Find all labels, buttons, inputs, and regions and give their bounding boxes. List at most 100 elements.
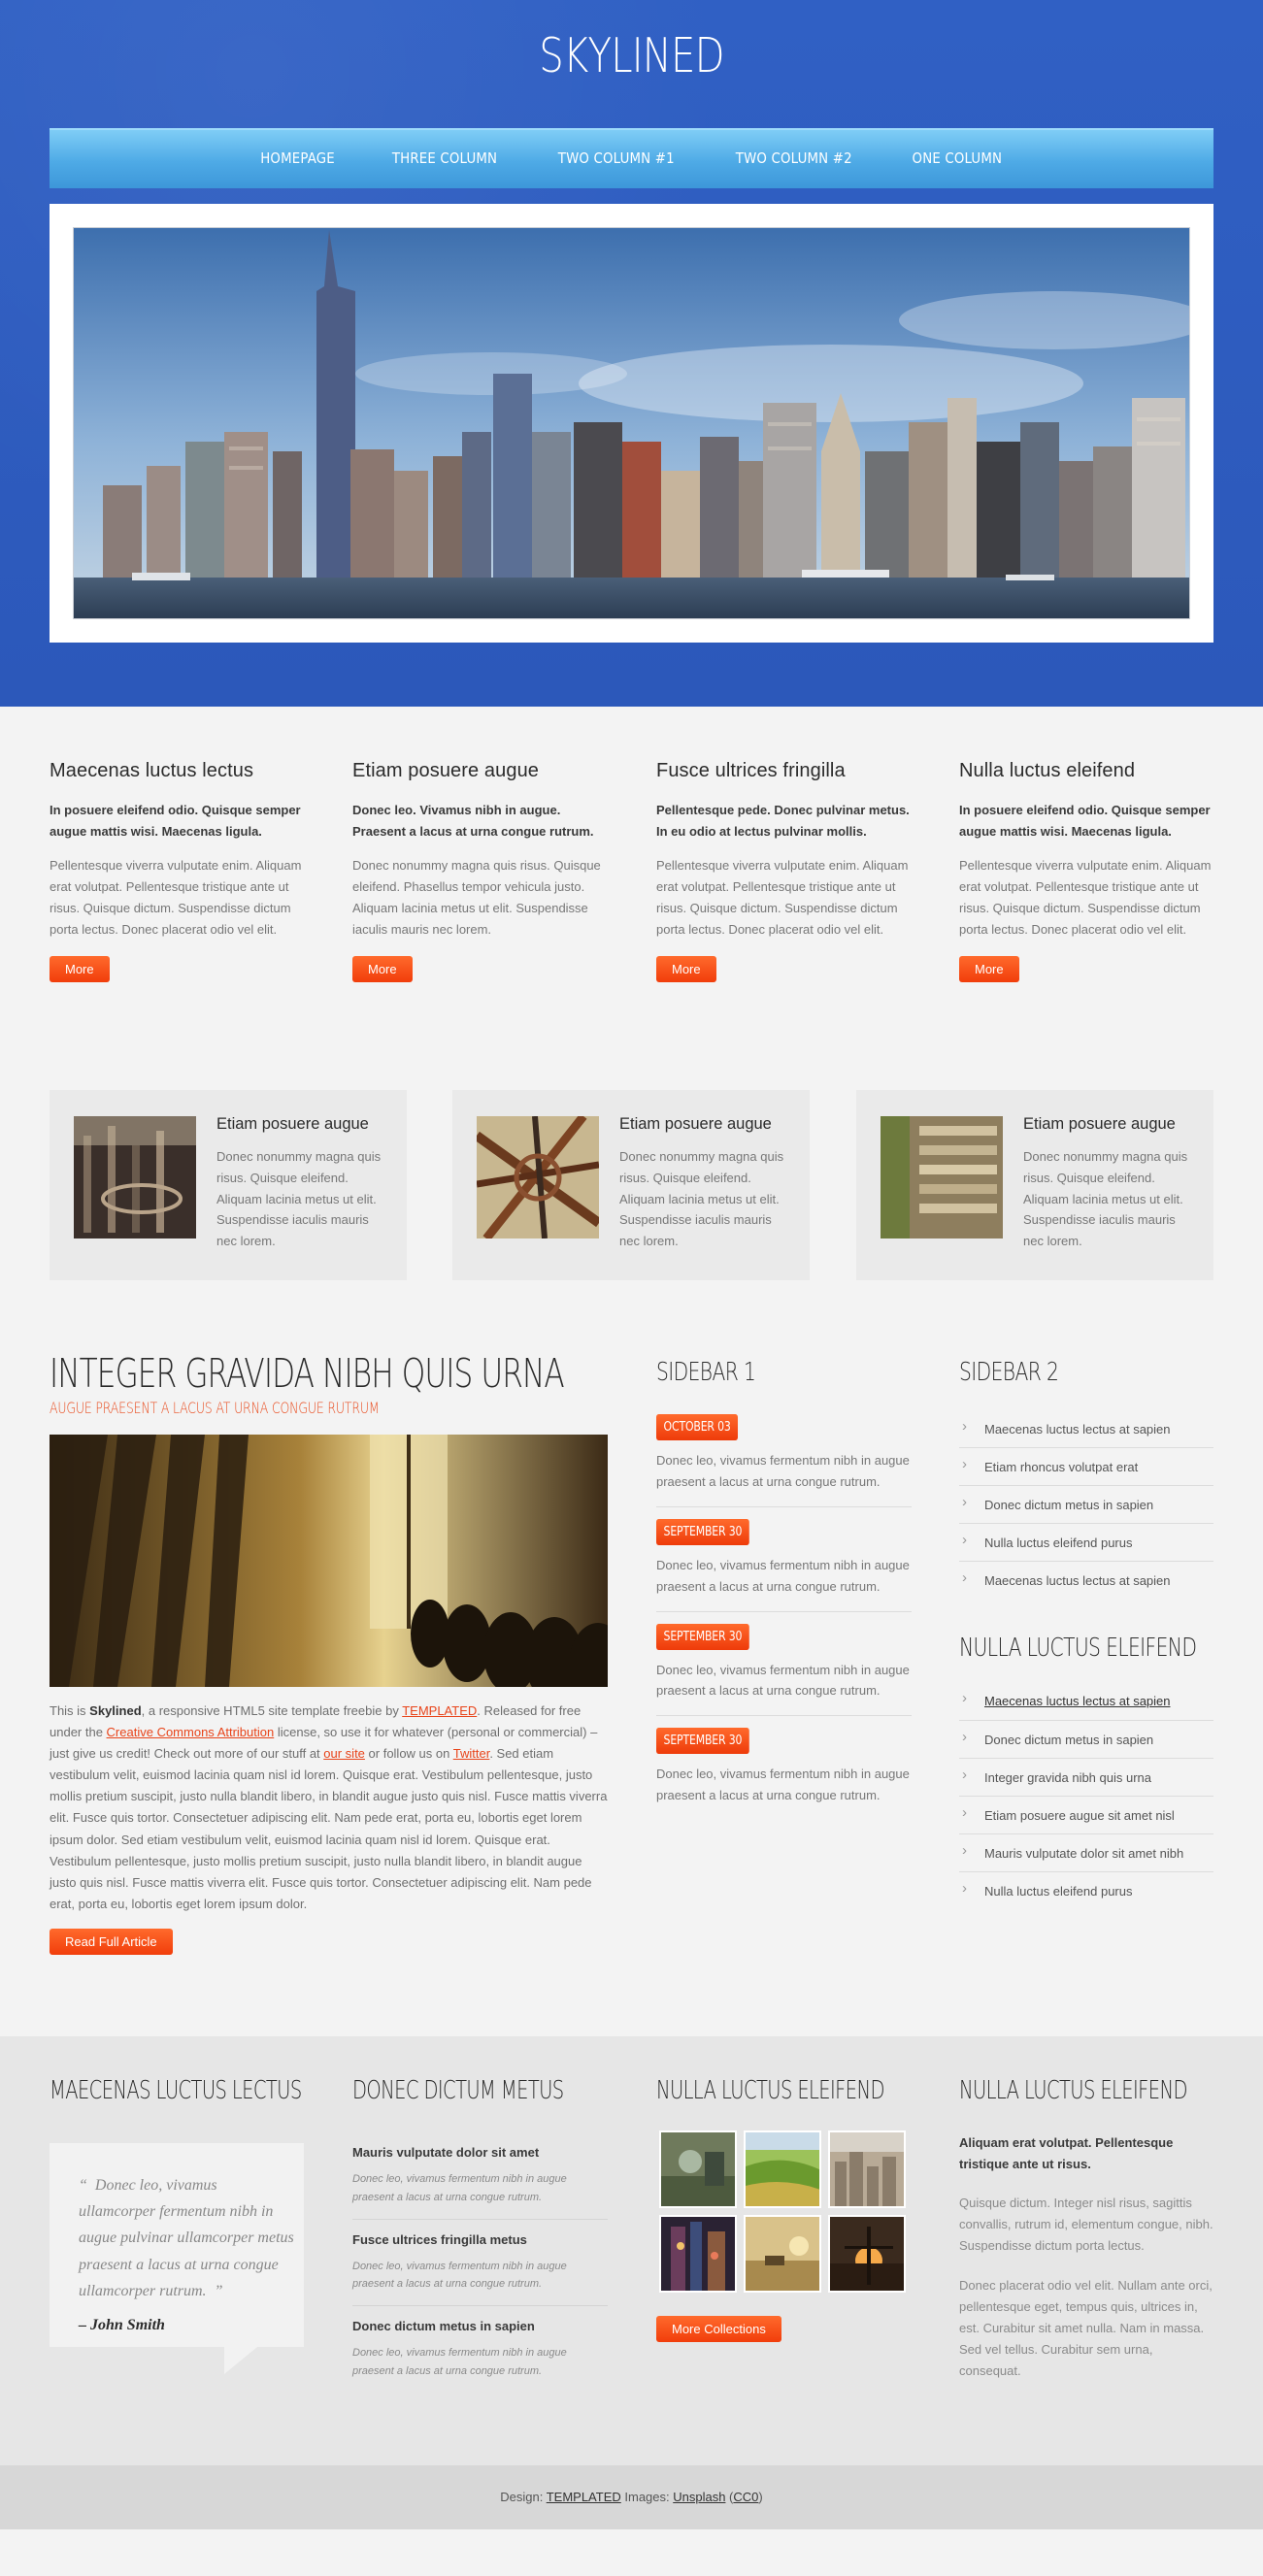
footer-col-3-title: NULLA LUCTUS ELEIFEND [656, 2076, 885, 2105]
gallery-thumb[interactable] [828, 2130, 906, 2209]
header: SKYLINED HOMEPAGE THREE COLUMN TWO COLUM… [0, 0, 1263, 707]
footer-paragraph: Donec placerat odio vel elit. Nullam ant… [959, 2277, 1213, 2378]
site-logo[interactable]: SKYLINED [114, 17, 1149, 94]
news-item: OCTOBER 03 Donec leo, vivamus fermentum … [656, 1403, 912, 1507]
footer-news-item: Fusce ultrices fringilla metus Donec leo… [352, 2220, 608, 2306]
news-text: Donec leo, vivamus fermentum nibh in aug… [656, 1662, 910, 1699]
features-section: Maecenas luctus lectus In posuere eleife… [0, 707, 1263, 1090]
footer-text-column: NULLA LUCTUS ELEIFEND Aliquam erat volut… [959, 2070, 1213, 2382]
more-collections-button[interactable]: More Collections [656, 2316, 781, 2343]
date-badge: OCTOBER 03 [656, 1414, 739, 1441]
feature-title: Nulla luctus eleifend [959, 760, 1136, 781]
footer-news-item: Donec dictum metus in sapien Donec leo, … [352, 2306, 608, 2392]
gallery-thumb[interactable] [744, 2130, 821, 2209]
highlight-box: Etiam posuere augue Donec nonummy magna … [50, 1090, 407, 1280]
our-site-link[interactable]: our site [323, 1746, 365, 1761]
box-title: Etiam posuere augue [216, 1115, 369, 1133]
more-button[interactable]: More [352, 955, 413, 982]
feature-lead: Donec leo. Vivamus nibh in augue. Praese… [352, 803, 594, 840]
testimonial: “ Donec leo, vivamus ullamcorper ferment… [50, 2143, 304, 2374]
feature-lead: In posuere eleifend odio. Quisque semper… [50, 803, 301, 840]
more-button[interactable]: More [959, 955, 1019, 982]
nav-homepage[interactable]: HOMEPAGE [242, 147, 352, 171]
footer-news-title[interactable]: Mauris vulputate dolor sit amet [352, 2142, 608, 2163]
article: INTEGER GRAVIDA NIBH QUIS URNA AUGUE PRA… [50, 1351, 608, 1955]
hero-banner [50, 204, 1213, 643]
footer-news-title[interactable]: Fusce ultrices fringilla metus [352, 2229, 608, 2250]
box-thumbnail [74, 1116, 196, 1238]
twitter-link[interactable]: Twitter [453, 1746, 490, 1761]
footer-lead: Aliquam erat volutpat. Pellentesque tris… [959, 2135, 1174, 2172]
feature-body: Pellentesque viverra vulputate enim. Ali… [959, 857, 1212, 937]
sidebar-2-links: Maecenas luctus lectus at sapien Etiam r… [959, 1410, 1213, 1599]
list-item[interactable]: Donec dictum metus in sapien [959, 1486, 1213, 1525]
feature-body: Donec nonummy magna quis risus. Quisque … [352, 857, 601, 937]
quote-author: – John Smith [79, 2317, 165, 2333]
date-badge: SEPTEMBER 30 [656, 1728, 749, 1755]
box-body: Donec nonummy magna quis risus. Quisque … [619, 1149, 784, 1249]
feature-column: Fusce ultrices fringilla Pellentesque pe… [656, 755, 913, 982]
feature-lead: In posuere eleifend odio. Quisque semper… [959, 803, 1211, 840]
list-item[interactable]: Mauris vulputate dolor sit amet nibh [959, 1834, 1213, 1872]
unsplash-link[interactable]: Unsplash [673, 2490, 725, 2504]
templated-link[interactable]: TEMPLATED [402, 1703, 477, 1718]
license-link[interactable]: Creative Commons Attribution [107, 1725, 275, 1739]
list-item[interactable]: Nulla luctus eleifend purus [959, 1524, 1213, 1563]
box-thumbnail [477, 1116, 599, 1238]
nav-two-column-1[interactable]: TWO COLUMN #1 [540, 147, 693, 171]
news-text: Donec leo, vivamus fermentum nibh in aug… [656, 1767, 910, 1803]
list-item[interactable]: Nulla luctus eleifend purus [959, 1872, 1213, 1909]
footer-columns: MAECENAS LUCTUS LECTUS “ Donec leo, viva… [0, 2036, 1263, 2465]
brand-name: Skylined [89, 1703, 142, 1718]
sidebar-2-title: SIDEBAR 2 [959, 1358, 1059, 1387]
list-item[interactable]: Integer gravida nibh quis urna [959, 1759, 1213, 1797]
feature-column: Maecenas luctus lectus In posuere eleife… [50, 755, 306, 982]
footer-col-2-title: DONEC DICTUM METUS [352, 2076, 564, 2105]
templated-credit-link[interactable]: TEMPLATED [547, 2490, 621, 2504]
feature-lead: Pellentesque pede. Donec pulvinar metus.… [656, 803, 910, 840]
list-item[interactable]: Donec dictum metus in sapien [959, 1721, 1213, 1759]
box-thumbnail [881, 1116, 1003, 1238]
feature-column: Nulla luctus eleifend In posuere eleifen… [959, 755, 1215, 982]
sidebar-2-subtitle: NULLA LUCTUS ELEIFEND [959, 1634, 1197, 1664]
feature-body: Pellentesque viverra vulputate enim. Ali… [656, 857, 909, 937]
news-item: SEPTEMBER 30 Donec leo, vivamus fermentu… [656, 1507, 912, 1612]
nav-one-column[interactable]: ONE COLUMN [893, 147, 1019, 171]
article-body: This is Skylined, a responsive HTML5 sit… [50, 1703, 608, 1911]
gallery-thumb[interactable] [659, 2215, 737, 2294]
news-text: Donec leo, vivamus fermentum nibh in aug… [656, 1453, 910, 1489]
gallery-thumb[interactable] [744, 2215, 821, 2294]
date-badge: SEPTEMBER 30 [656, 1623, 749, 1650]
cc0-link[interactable]: CC0 [733, 2490, 758, 2504]
more-button[interactable]: More [656, 955, 716, 982]
list-item[interactable]: Maecenas luctus lectus at sapien [959, 1562, 1213, 1599]
sidebar-2-links-2: Maecenas luctus lectus at sapien Donec d… [959, 1682, 1213, 1908]
footer-gallery-column: NULLA LUCTUS ELEIFEND More Collections [656, 2070, 912, 2343]
highlight-boxes: Etiam posuere augue Donec nonummy magna … [0, 1090, 1263, 1352]
skyline-photo [73, 227, 1190, 619]
nav-two-column-2[interactable]: TWO COLUMN #2 [717, 147, 871, 171]
footer-news-item: Mauris vulputate dolor sit amet Donec le… [352, 2132, 608, 2220]
copyright-bar: Design: TEMPLATED Images: Unsplash (CC0) [0, 2465, 1263, 2529]
footer-news-title[interactable]: Donec dictum metus in sapien [352, 2316, 608, 2336]
read-full-article-button[interactable]: Read Full Article [50, 1928, 173, 1955]
list-item[interactable]: Etiam posuere augue sit amet nisl [959, 1797, 1213, 1834]
feature-title: Maecenas luctus lectus [50, 760, 254, 781]
more-button[interactable]: More [50, 955, 110, 982]
list-item[interactable]: Maecenas luctus lectus at sapien [959, 1410, 1213, 1449]
gallery-thumb[interactable] [659, 2130, 737, 2209]
nav-three-column[interactable]: THREE COLUMN [374, 147, 515, 171]
footer-news-text: Donec leo, vivamus fermentum nibh in aug… [352, 2347, 567, 2377]
feature-column: Etiam posuere augue Donec leo. Vivamus n… [352, 755, 609, 982]
main-nav: HOMEPAGE THREE COLUMN TWO COLUMN #1 TWO … [50, 128, 1213, 188]
footer-quote-column: MAECENAS LUCTUS LECTUS [50, 2070, 304, 2111]
feature-title: Fusce ultrices fringilla [656, 760, 846, 781]
gallery-thumb[interactable] [828, 2215, 906, 2294]
list-item[interactable]: Maecenas luctus lectus at sapien [959, 1682, 1213, 1721]
sidebar-1-title: SIDEBAR 1 [656, 1358, 756, 1387]
news-item: SEPTEMBER 30 Donec leo, vivamus fermentu… [656, 1716, 912, 1820]
list-item[interactable]: Etiam rhoncus volutpat erat [959, 1448, 1213, 1487]
news-text: Donec leo, vivamus fermentum nibh in aug… [656, 1557, 910, 1594]
footer-paragraph: Quisque dictum. Integer nisl risus, sagi… [959, 2196, 1213, 2254]
article-subtitle: AUGUE PRAESENT A LACUS AT URNA CONGUE RU… [50, 1399, 380, 1418]
